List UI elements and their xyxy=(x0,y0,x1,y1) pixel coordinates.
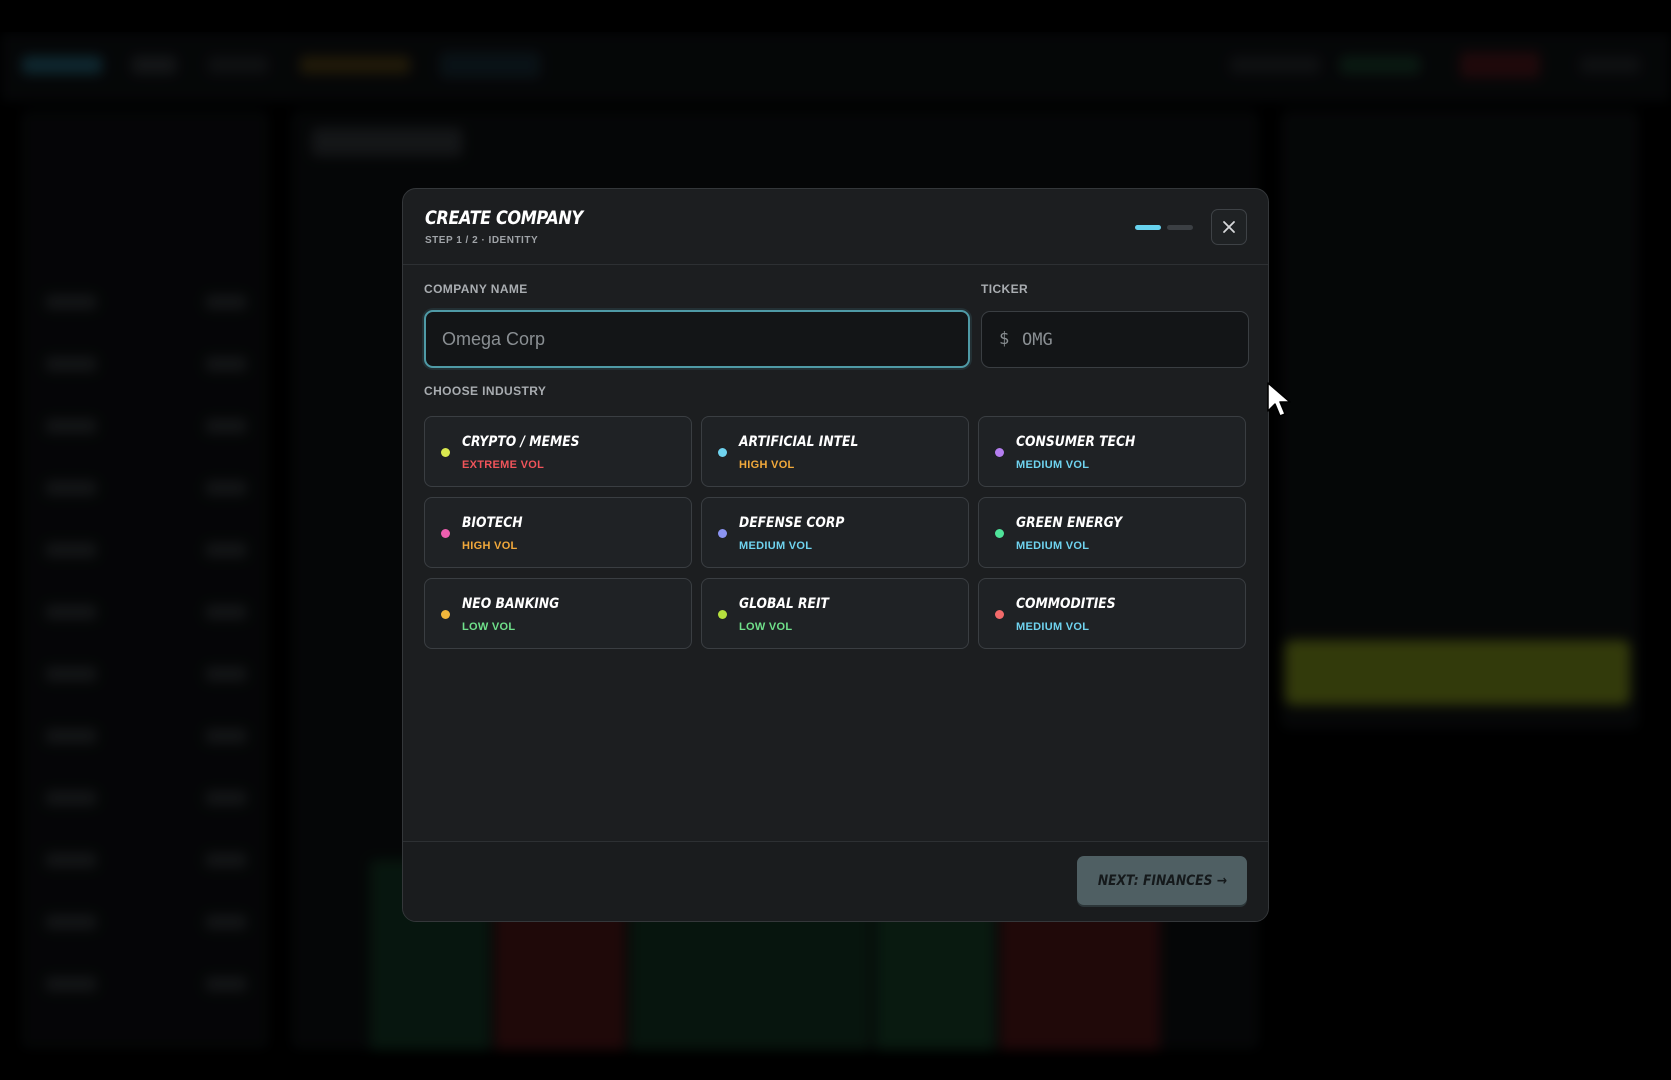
industry-volatility: MEDIUM VOL xyxy=(1016,621,1090,633)
industry-card-crypto[interactable]: CRYPTO / MEMES EXTREME VOL xyxy=(424,416,692,487)
ticker-label: TICKER xyxy=(981,282,1029,296)
industry-name: ARTIFICIAL INTEL xyxy=(739,434,859,450)
next-finances-button[interactable]: NEXT: FINANCES → xyxy=(1077,856,1247,905)
industry-name: NEO BANKING xyxy=(462,596,560,612)
industry-volatility: LOW VOL xyxy=(462,621,516,633)
industry-name: DEFENSE CORP xyxy=(739,515,845,531)
industry-dot xyxy=(718,448,727,457)
industry-dot xyxy=(441,448,450,457)
industry-volatility: HIGH VOL xyxy=(739,459,795,471)
industry-card-global-reit[interactable]: GLOBAL REIT LOW VOL xyxy=(701,578,969,649)
industry-volatility: EXTREME VOL xyxy=(462,459,545,471)
close-button[interactable] xyxy=(1211,209,1247,245)
step-indicator xyxy=(1135,225,1195,231)
close-icon xyxy=(1223,221,1235,233)
modal-header: CREATE COMPANY STEP 1 / 2 · IDENTITY xyxy=(403,189,1268,265)
industry-volatility: MEDIUM VOL xyxy=(1016,459,1090,471)
industry-volatility: HIGH VOL xyxy=(462,540,518,552)
industry-volatility: MEDIUM VOL xyxy=(739,540,813,552)
next-button-label: NEXT: FINANCES → xyxy=(1097,872,1227,889)
top-strip xyxy=(0,0,1671,32)
industry-grid: CRYPTO / MEMES EXTREME VOL ARTIFICIAL IN… xyxy=(424,416,1250,649)
industry-volatility: LOW VOL xyxy=(739,621,793,633)
cursor-icon xyxy=(1267,382,1291,417)
modal-step-subtitle: STEP 1 / 2 · IDENTITY xyxy=(425,235,539,246)
industry-card-consumer-tech[interactable]: CONSUMER TECH MEDIUM VOL xyxy=(978,416,1246,487)
modal-title: CREATE COMPANY xyxy=(425,207,583,229)
industry-dot xyxy=(718,610,727,619)
company-name-label: COMPANY NAME xyxy=(424,282,528,296)
industry-card-biotech[interactable]: BIOTECH HIGH VOL xyxy=(424,497,692,568)
industry-name: CRYPTO / MEMES xyxy=(462,434,580,450)
industry-dot xyxy=(718,529,727,538)
industry-card-defense[interactable]: DEFENSE CORP MEDIUM VOL xyxy=(701,497,969,568)
industry-name: COMMODITIES xyxy=(1016,596,1116,612)
industry-dot xyxy=(441,610,450,619)
industry-dot xyxy=(995,610,1004,619)
industry-name: BIOTECH xyxy=(462,515,523,531)
step-dot-active xyxy=(1135,225,1161,230)
industry-dot xyxy=(995,448,1004,457)
ticker-input[interactable] xyxy=(1014,312,1234,367)
industry-name: GREEN ENERGY xyxy=(1016,515,1123,531)
step-dot-idle xyxy=(1167,225,1193,230)
industry-name: CONSUMER TECH xyxy=(1016,434,1136,450)
industry-name: GLOBAL REIT xyxy=(739,596,829,612)
create-company-modal: CREATE COMPANY STEP 1 / 2 · IDENTITY COM… xyxy=(402,188,1269,922)
industry-card-neo-banking[interactable]: NEO BANKING LOW VOL xyxy=(424,578,692,649)
industry-card-commodities[interactable]: COMMODITIES MEDIUM VOL xyxy=(978,578,1246,649)
industry-volatility: MEDIUM VOL xyxy=(1016,540,1090,552)
industry-dot xyxy=(441,529,450,538)
industry-card-green-energy[interactable]: GREEN ENERGY MEDIUM VOL xyxy=(978,497,1246,568)
industry-dot xyxy=(995,529,1004,538)
industry-card-ai[interactable]: ARTIFICIAL INTEL HIGH VOL xyxy=(701,416,969,487)
industry-label: CHOOSE INDUSTRY xyxy=(424,384,547,398)
modal-footer: NEXT: FINANCES → xyxy=(403,841,1268,921)
company-name-input[interactable] xyxy=(424,310,970,368)
ticker-prefix: $ xyxy=(999,329,1010,349)
ticker-field: $ xyxy=(981,311,1249,368)
